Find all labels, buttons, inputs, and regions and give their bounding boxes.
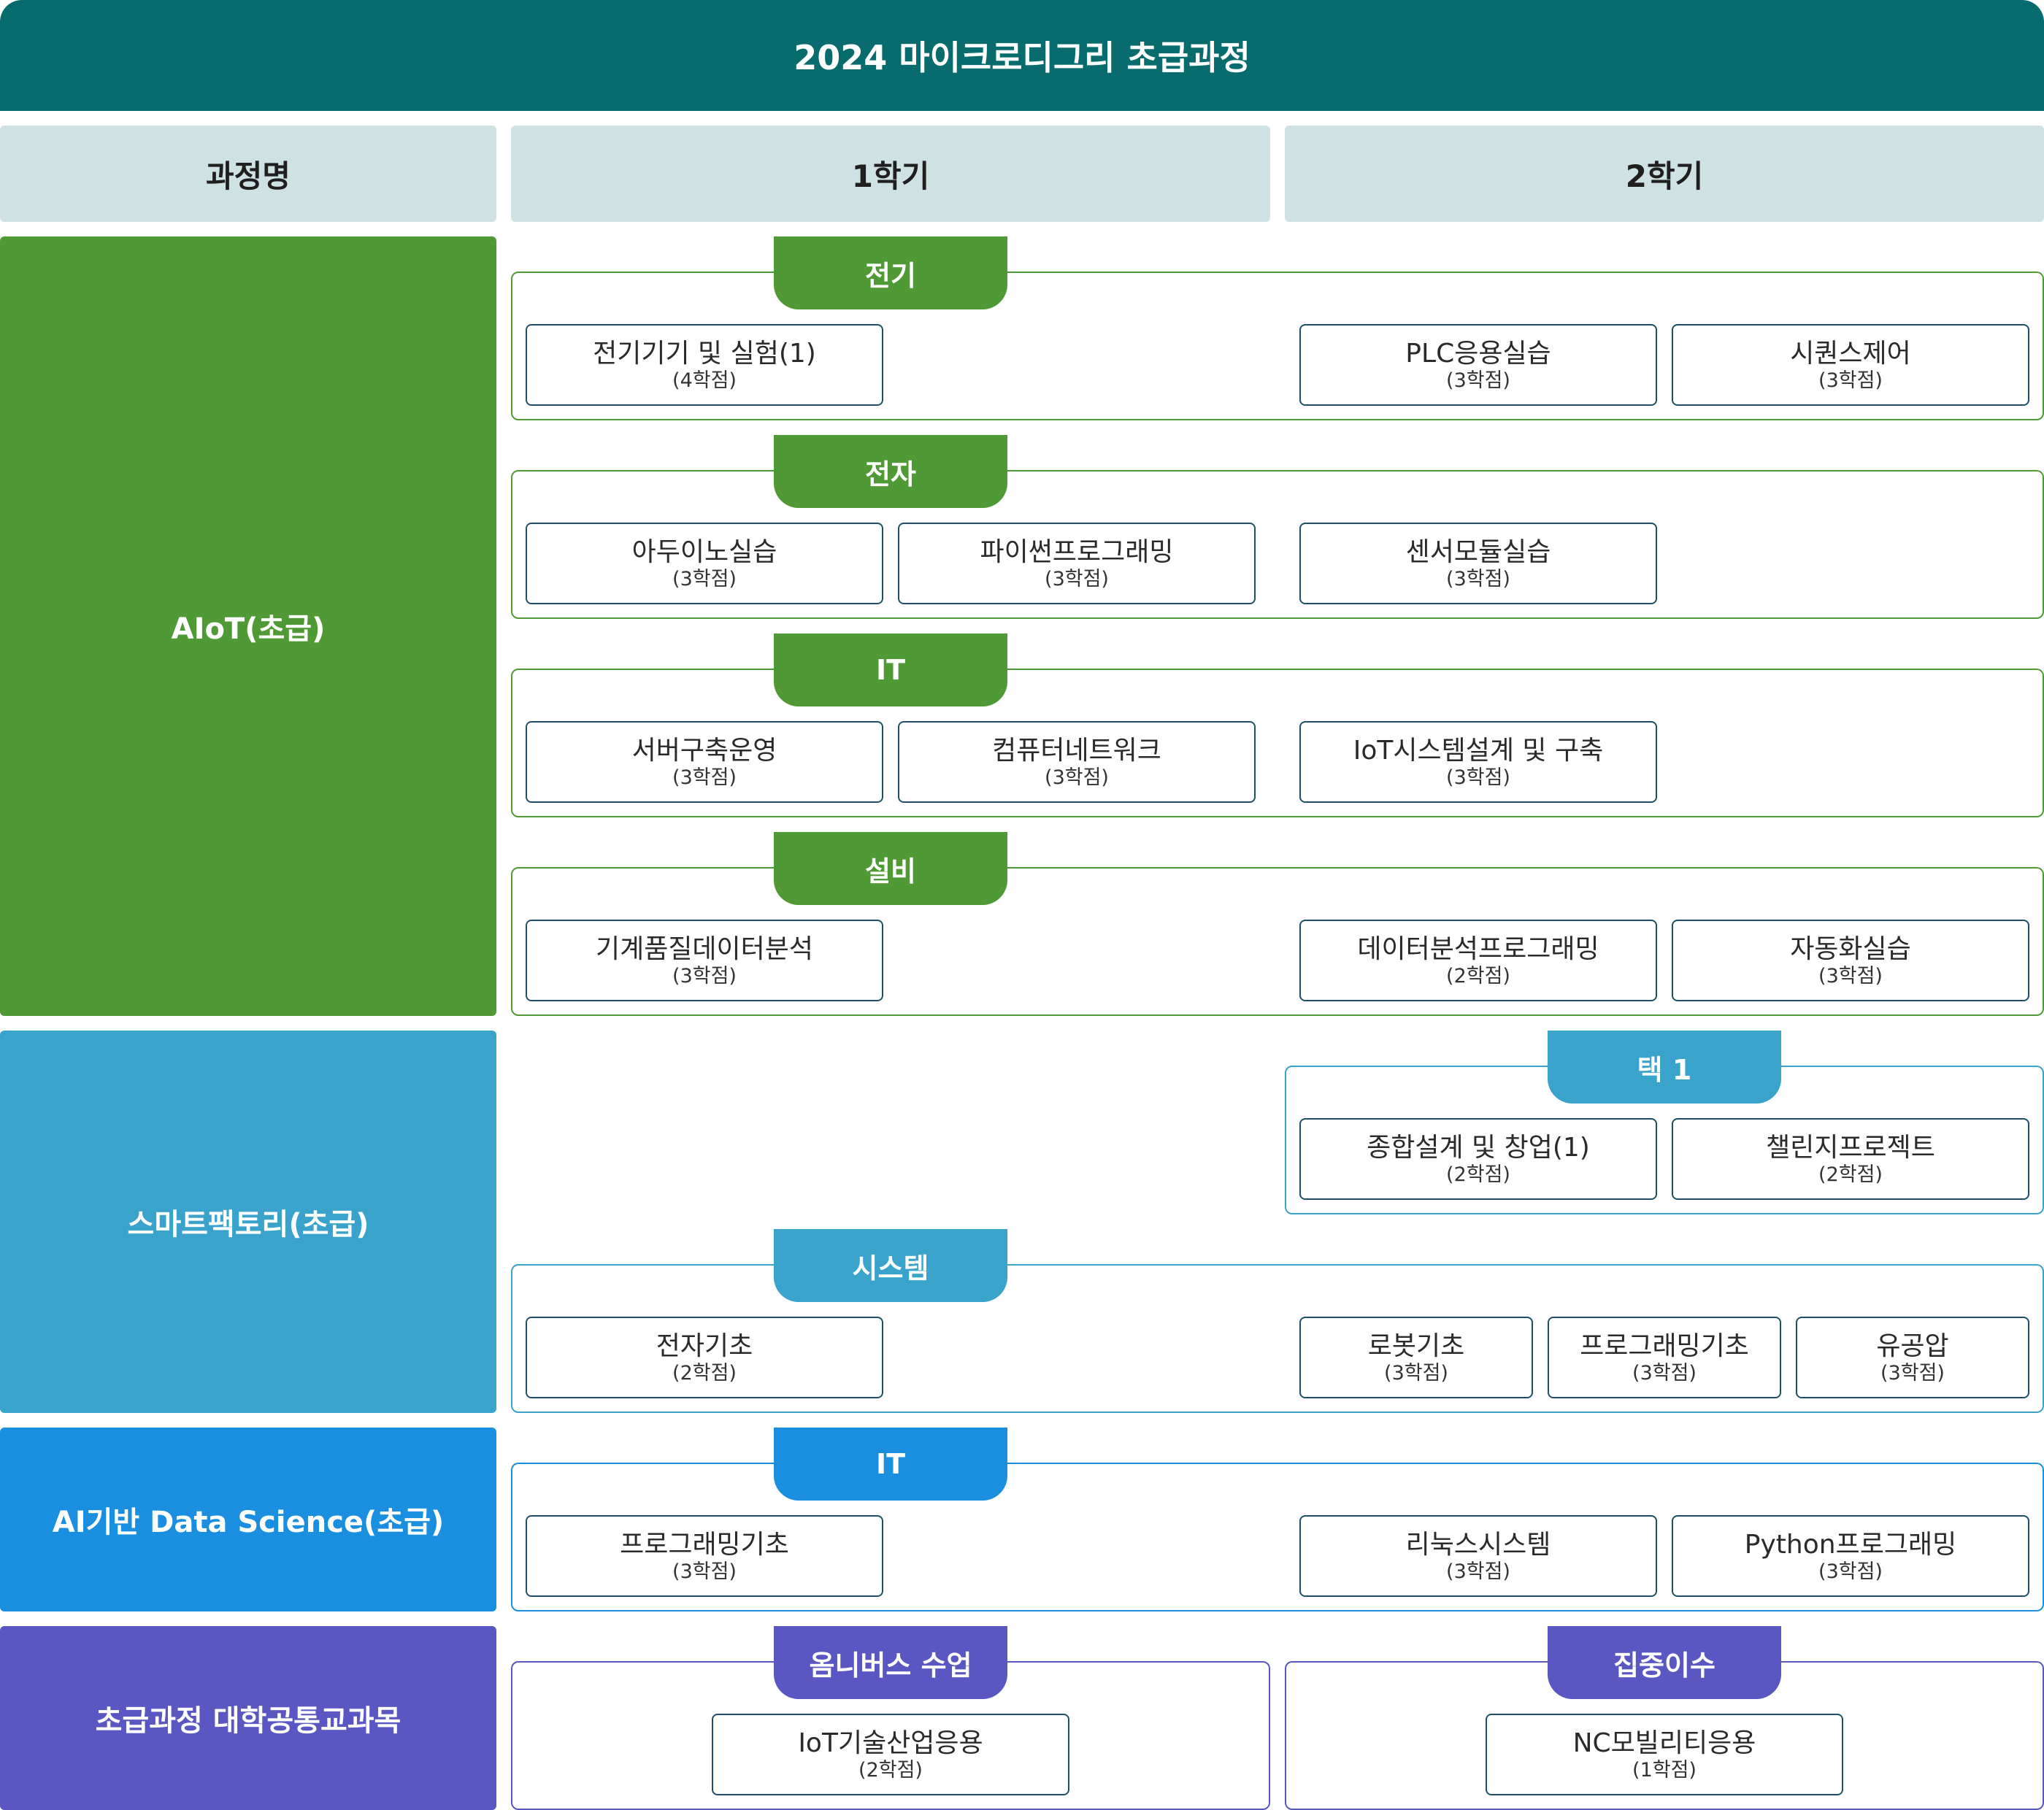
course-name: 아두이노실습 — [631, 537, 777, 567]
course-name: 자동화실습 — [1790, 934, 1911, 964]
course-credit: (3학점) — [1632, 1362, 1697, 1385]
course-credit: (3학점) — [1045, 568, 1109, 590]
course-card[interactable]: 챌린지프로젝트 (2학점) — [1672, 1118, 2029, 1200]
course-card[interactable]: 유공압 (3학점) — [1796, 1317, 2029, 1398]
header-semester-1: 1학기 — [511, 126, 1270, 222]
course-credit: (3학점) — [1818, 965, 1883, 987]
course-card[interactable]: 센서모듈실습 (3학점) — [1299, 523, 1657, 604]
group-tab-it: IT — [774, 634, 1007, 706]
course-name: 종합설계 및 창업(1) — [1367, 1133, 1590, 1163]
course-card[interactable]: 프로그래밍기초 (3학점) — [526, 1515, 883, 1597]
course-name: 파이썬프로그래밍 — [980, 537, 1174, 567]
course-name: 챌린지프로젝트 — [1766, 1133, 1935, 1163]
group-tab-intensive: 집중이수 — [1548, 1626, 1781, 1699]
course-name: 기계품질데이터분석 — [595, 934, 814, 964]
course-card[interactable]: 로봇기초 (3학점) — [1299, 1317, 1533, 1398]
course-credit: (3학점) — [672, 1560, 737, 1583]
course-name: 시퀀스제어 — [1790, 339, 1911, 369]
course-card[interactable]: 자동화실습 (3학점) — [1672, 920, 2029, 1001]
course-card[interactable]: PLC응용실습 (3학점) — [1299, 324, 1657, 406]
course-name: 전기기기 및 실험(1) — [593, 339, 816, 369]
course-name: 프로그래밍기초 — [1580, 1331, 1749, 1361]
track-ai-data-science: AI기반 Data Science(초급) — [0, 1428, 496, 1611]
course-name: 센서모듈실습 — [1405, 537, 1551, 567]
course-name: 데이터분석프로그래밍 — [1357, 934, 1599, 964]
course-credit: (3학점) — [672, 766, 737, 789]
course-credit: (1학점) — [1632, 1759, 1697, 1782]
group-tab-omnibus: 옴니버스 수업 — [774, 1626, 1007, 1699]
course-card[interactable]: Python프로그래밍 (3학점) — [1672, 1515, 2029, 1597]
header-course-name: 과정명 — [0, 126, 496, 222]
group-tab-facility: 설비 — [774, 832, 1007, 905]
course-card[interactable]: IoT시스템설계 및 구축 (3학점) — [1299, 721, 1657, 803]
course-card[interactable]: 기계품질데이터분석 (3학점) — [526, 920, 883, 1001]
course-credit: (3학점) — [1880, 1362, 1945, 1385]
course-credit: (3학점) — [1384, 1362, 1448, 1385]
course-card[interactable]: 리눅스시스템 (3학점) — [1299, 1515, 1657, 1597]
course-credit: (2학점) — [1446, 965, 1510, 987]
course-credit: (3학점) — [672, 568, 737, 590]
course-card[interactable]: NC모빌리티응용 (1학점) — [1486, 1714, 1843, 1795]
course-card[interactable]: 프로그래밍기초 (3학점) — [1548, 1317, 1781, 1398]
group-tab-electronic: 전자 — [774, 435, 1007, 508]
course-name: 컴퓨터네트워크 — [992, 736, 1161, 766]
course-name: 유공압 — [1876, 1331, 1949, 1361]
course-credit: (3학점) — [672, 965, 737, 987]
course-card[interactable]: 컴퓨터네트워크 (3학점) — [898, 721, 1256, 803]
group-tab-ds-it: IT — [774, 1428, 1007, 1501]
track-common-courses: 초급과정 대학공통교과목 — [0, 1626, 496, 1810]
course-credit: (3학점) — [1446, 1560, 1510, 1583]
course-card[interactable]: 전자기초 (2학점) — [526, 1317, 883, 1398]
group-tab-electric: 전기 — [774, 236, 1007, 309]
course-name: IoT시스템설계 및 구축 — [1353, 736, 1604, 766]
course-credit: (3학점) — [1446, 369, 1510, 392]
course-name: 전자기초 — [656, 1331, 753, 1361]
group-tab-elective: 택 1 — [1548, 1031, 1781, 1104]
group-tab-system: 시스템 — [774, 1229, 1007, 1302]
course-credit: (2학점) — [1818, 1163, 1883, 1186]
course-card[interactable]: 전기기기 및 실험(1) (4학점) — [526, 324, 883, 406]
course-name: IoT기술산업응용 — [798, 1728, 983, 1758]
course-name: NC모빌리티응용 — [1572, 1728, 1756, 1758]
course-credit: (2학점) — [672, 1362, 737, 1385]
course-credit: (3학점) — [1818, 369, 1883, 392]
header-semester-2: 2학기 — [1285, 126, 2044, 222]
track-aiot: AIoT(초급) — [0, 236, 496, 1016]
course-credit: (3학점) — [1045, 766, 1109, 789]
course-card[interactable]: 데이터분석프로그래밍 (2학점) — [1299, 920, 1657, 1001]
course-credit: (3학점) — [1446, 766, 1510, 789]
course-card[interactable]: IoT기술산업응용 (2학점) — [712, 1714, 1069, 1795]
course-credit: (4학점) — [672, 369, 737, 392]
course-name: 서버구축운영 — [631, 736, 777, 766]
course-name: 로봇기초 — [1367, 1331, 1465, 1361]
course-credit: (2학점) — [858, 1759, 923, 1782]
course-card[interactable]: 종합설계 및 창업(1) (2학점) — [1299, 1118, 1657, 1200]
page-title: 2024 마이크로디그리 초급과정 — [0, 0, 2044, 111]
course-card[interactable]: 서버구축운영 (3학점) — [526, 721, 883, 803]
course-card[interactable]: 파이썬프로그래밍 (3학점) — [898, 523, 1256, 604]
course-credit: (2학점) — [1446, 1163, 1510, 1186]
track-smart-factory: 스마트팩토리(초급) — [0, 1031, 496, 1413]
course-name: PLC응용실습 — [1405, 339, 1551, 369]
course-card[interactable]: 시퀀스제어 (3학점) — [1672, 324, 2029, 406]
course-name: Python프로그래밍 — [1744, 1530, 1957, 1560]
course-card[interactable]: 아두이노실습 (3학점) — [526, 523, 883, 604]
course-name: 리눅스시스템 — [1405, 1530, 1551, 1560]
course-credit: (3학점) — [1446, 568, 1510, 590]
course-credit: (3학점) — [1818, 1560, 1883, 1583]
course-name: 프로그래밍기초 — [620, 1530, 789, 1560]
